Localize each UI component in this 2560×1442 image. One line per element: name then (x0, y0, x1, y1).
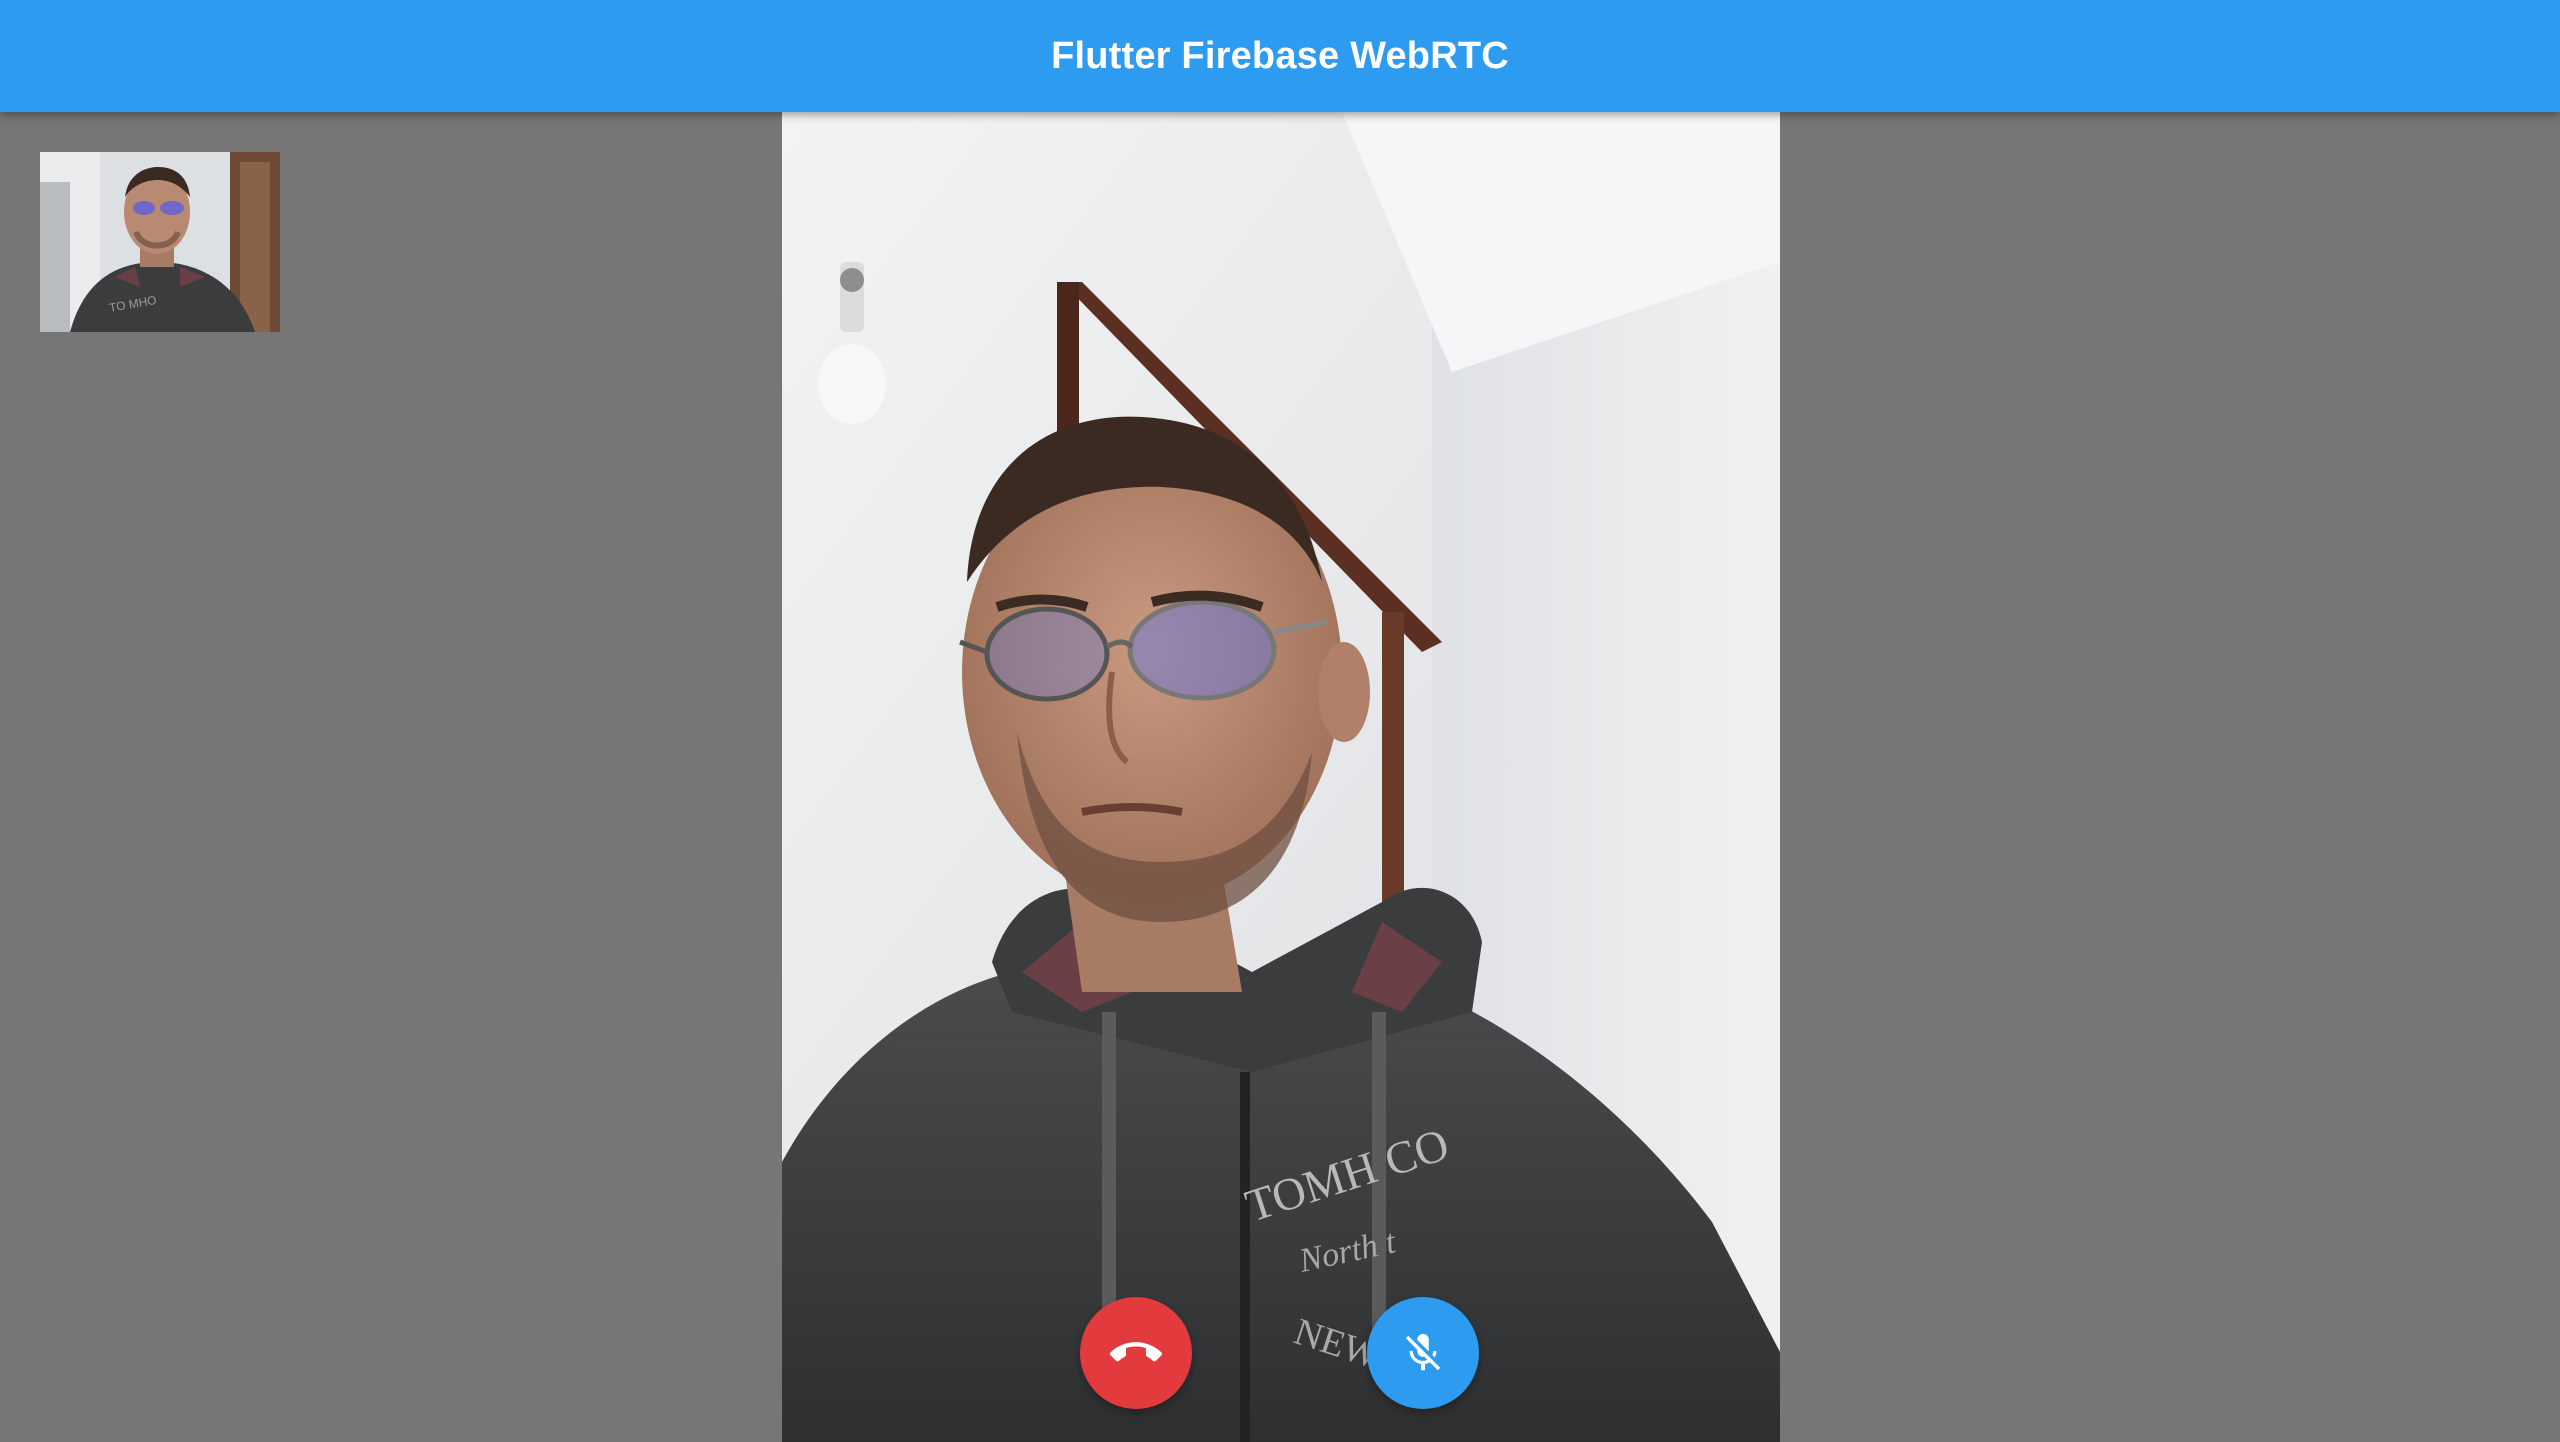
remote-video: TOMH CO North t NEW K (782, 112, 1780, 1442)
hangup-button[interactable] (1080, 1297, 1192, 1409)
call-end-icon (1110, 1342, 1162, 1362)
local-video-frame: TO MHO (40, 152, 280, 332)
app-bar: Flutter Firebase WebRTC (0, 0, 2560, 112)
mute-button[interactable] (1367, 1297, 1479, 1409)
remote-video-frame: TOMH CO North t NEW K (782, 112, 1780, 1442)
app-title: Flutter Firebase WebRTC (1051, 34, 1509, 77)
local-video-preview[interactable]: TO MHO (40, 152, 280, 332)
mic-off-icon (1405, 1333, 1441, 1371)
